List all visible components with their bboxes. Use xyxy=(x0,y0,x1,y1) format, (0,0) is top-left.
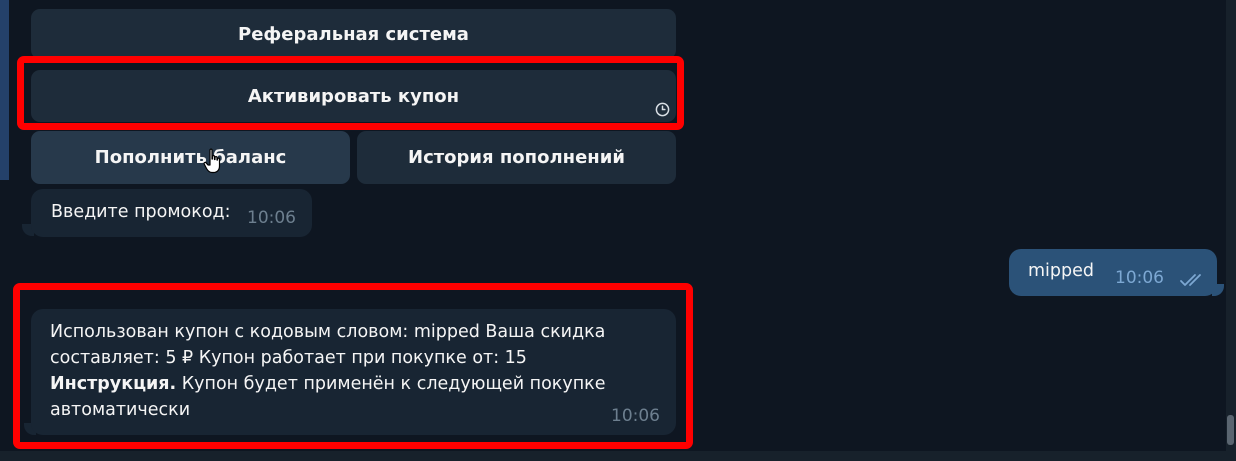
top-up-balance-label: Пополнить баланс xyxy=(94,147,287,168)
outgoing-message: mipped 10:06 xyxy=(1009,249,1217,296)
coupon-result-line: составляет: 5 ₽ Купон работает при покуп… xyxy=(50,348,527,368)
activate-coupon-label: Активировать купон xyxy=(247,85,460,107)
message-time: 10:06 xyxy=(1115,268,1164,288)
message-time: 10:06 xyxy=(611,406,660,426)
scrollbar-thumb[interactable] xyxy=(1227,415,1234,445)
clock-icon xyxy=(655,102,670,117)
sidebar-edge xyxy=(0,0,9,180)
promo-prompt-message: Введите промокод: 10:06 xyxy=(31,189,312,237)
double-check-icon xyxy=(1180,274,1201,286)
chat-window: Реферальная система Активировать купон П… xyxy=(0,0,1236,461)
hand-cursor-icon xyxy=(203,148,221,174)
instruction-text: Купон будет применён к следующей покупке xyxy=(176,374,606,394)
referral-system-label: Реферальная система xyxy=(238,23,469,45)
bottom-bar xyxy=(0,451,1226,461)
promo-prompt-text: Введите промокод: xyxy=(51,202,231,222)
outgoing-text: mipped xyxy=(1028,261,1095,281)
coupon-result-message: Использован купон с кодовым словом: mipp… xyxy=(31,309,676,435)
coupon-result-text: Использован купон с кодовым словом: mipp… xyxy=(50,319,650,423)
instruction-label: Инструкция. xyxy=(50,374,177,394)
referral-system-button[interactable]: Реферальная система xyxy=(31,9,676,59)
coupon-result-line: Инструкция. Купон будет применён к следу… xyxy=(50,371,650,397)
coupon-result-line: Использован купон с кодовым словом: mipp… xyxy=(50,322,606,342)
top-up-balance-button[interactable]: Пополнить баланс xyxy=(31,131,350,184)
bubble-tail xyxy=(1212,284,1224,296)
top-up-history-label: История пополнений xyxy=(408,147,625,168)
message-time: 10:06 xyxy=(247,208,296,228)
scrollbar[interactable] xyxy=(1226,0,1236,461)
coupon-result-line: автоматически xyxy=(50,400,191,420)
activate-coupon-button[interactable]: Активировать купон xyxy=(31,70,676,122)
top-up-history-button[interactable]: История пополнений xyxy=(357,131,676,184)
